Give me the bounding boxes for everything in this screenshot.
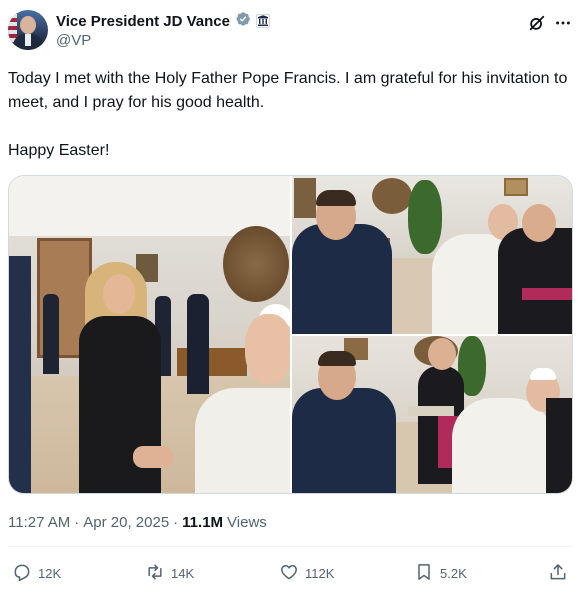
heart-icon	[279, 562, 299, 585]
pope-head	[245, 314, 290, 384]
tweet-header: Vice President JD Vance @VP	[8, 9, 572, 53]
clergy-sash	[522, 288, 572, 300]
action-bar: 12K 14K 112K 5.2K	[8, 561, 572, 585]
repost-button[interactable]: 14K	[145, 561, 194, 585]
gift-book	[408, 406, 454, 416]
author-handle[interactable]: @VP	[56, 32, 91, 49]
pope-robe	[195, 388, 290, 493]
share-button[interactable]	[548, 561, 568, 585]
clergy-head	[522, 204, 556, 242]
avatar-face	[20, 16, 36, 34]
woman-face	[103, 274, 135, 314]
government-building-icon[interactable]	[256, 14, 270, 28]
reply-icon	[12, 562, 32, 585]
bookmark-icon	[414, 562, 434, 585]
views-label: Views	[227, 513, 267, 531]
person-background-1	[43, 294, 59, 374]
man-hair	[318, 351, 356, 366]
man-suit	[292, 224, 392, 334]
person-left-edge	[9, 256, 31, 493]
more-icon[interactable]	[552, 12, 574, 34]
tweet-text: Today I met with the Holy Father Pope Fr…	[8, 70, 568, 159]
repost-count: 14K	[171, 565, 195, 581]
person-background-3	[187, 294, 209, 394]
verified-badge-icon[interactable]	[235, 11, 251, 32]
wall-painting	[294, 178, 316, 218]
media-photo[interactable]	[9, 176, 290, 493]
wall-portrait	[223, 226, 289, 302]
views-count[interactable]: 11.1M	[182, 514, 223, 531]
handshake	[133, 446, 173, 468]
clergy-cassock	[498, 228, 572, 334]
bookmark-button[interactable]: 5.2K	[414, 561, 467, 585]
pope-robe	[452, 398, 552, 493]
bookmark-count: 5.2K	[440, 565, 467, 581]
tweet-time[interactable]: 11:27 AM	[8, 514, 70, 531]
repost-icon	[145, 562, 165, 585]
avatar-shirt	[25, 34, 31, 46]
meta-separator: ·	[74, 513, 80, 531]
tweet-meta: 11:27 AM · Apr 20, 2025 · 11.1M Views	[8, 512, 267, 532]
plant	[408, 180, 442, 254]
like-button[interactable]: 112K	[279, 561, 334, 585]
reply-count: 12K	[38, 565, 62, 581]
like-count: 112K	[305, 565, 335, 581]
clergy-edge	[546, 398, 572, 493]
media-photo[interactable]	[292, 176, 572, 334]
divider	[8, 546, 572, 547]
wall-portrait	[372, 178, 412, 214]
avatar[interactable]	[8, 10, 48, 50]
man-suit	[292, 388, 396, 493]
author-name-row: Vice President JD Vance	[56, 11, 270, 31]
reply-button[interactable]: 12K	[12, 561, 61, 585]
grok-icon[interactable]	[526, 12, 548, 34]
media-photo[interactable]	[292, 336, 572, 493]
bishop-head	[428, 338, 456, 370]
meta-separator: ·	[173, 513, 179, 531]
share-icon	[548, 562, 568, 585]
wall-painting	[504, 178, 528, 196]
author-display-name[interactable]: Vice President JD Vance	[56, 13, 230, 30]
man-hair	[316, 190, 356, 206]
tweet-date[interactable]: Apr 20, 2025	[83, 514, 169, 531]
media-grid	[8, 175, 573, 494]
pope-cap	[530, 368, 556, 380]
